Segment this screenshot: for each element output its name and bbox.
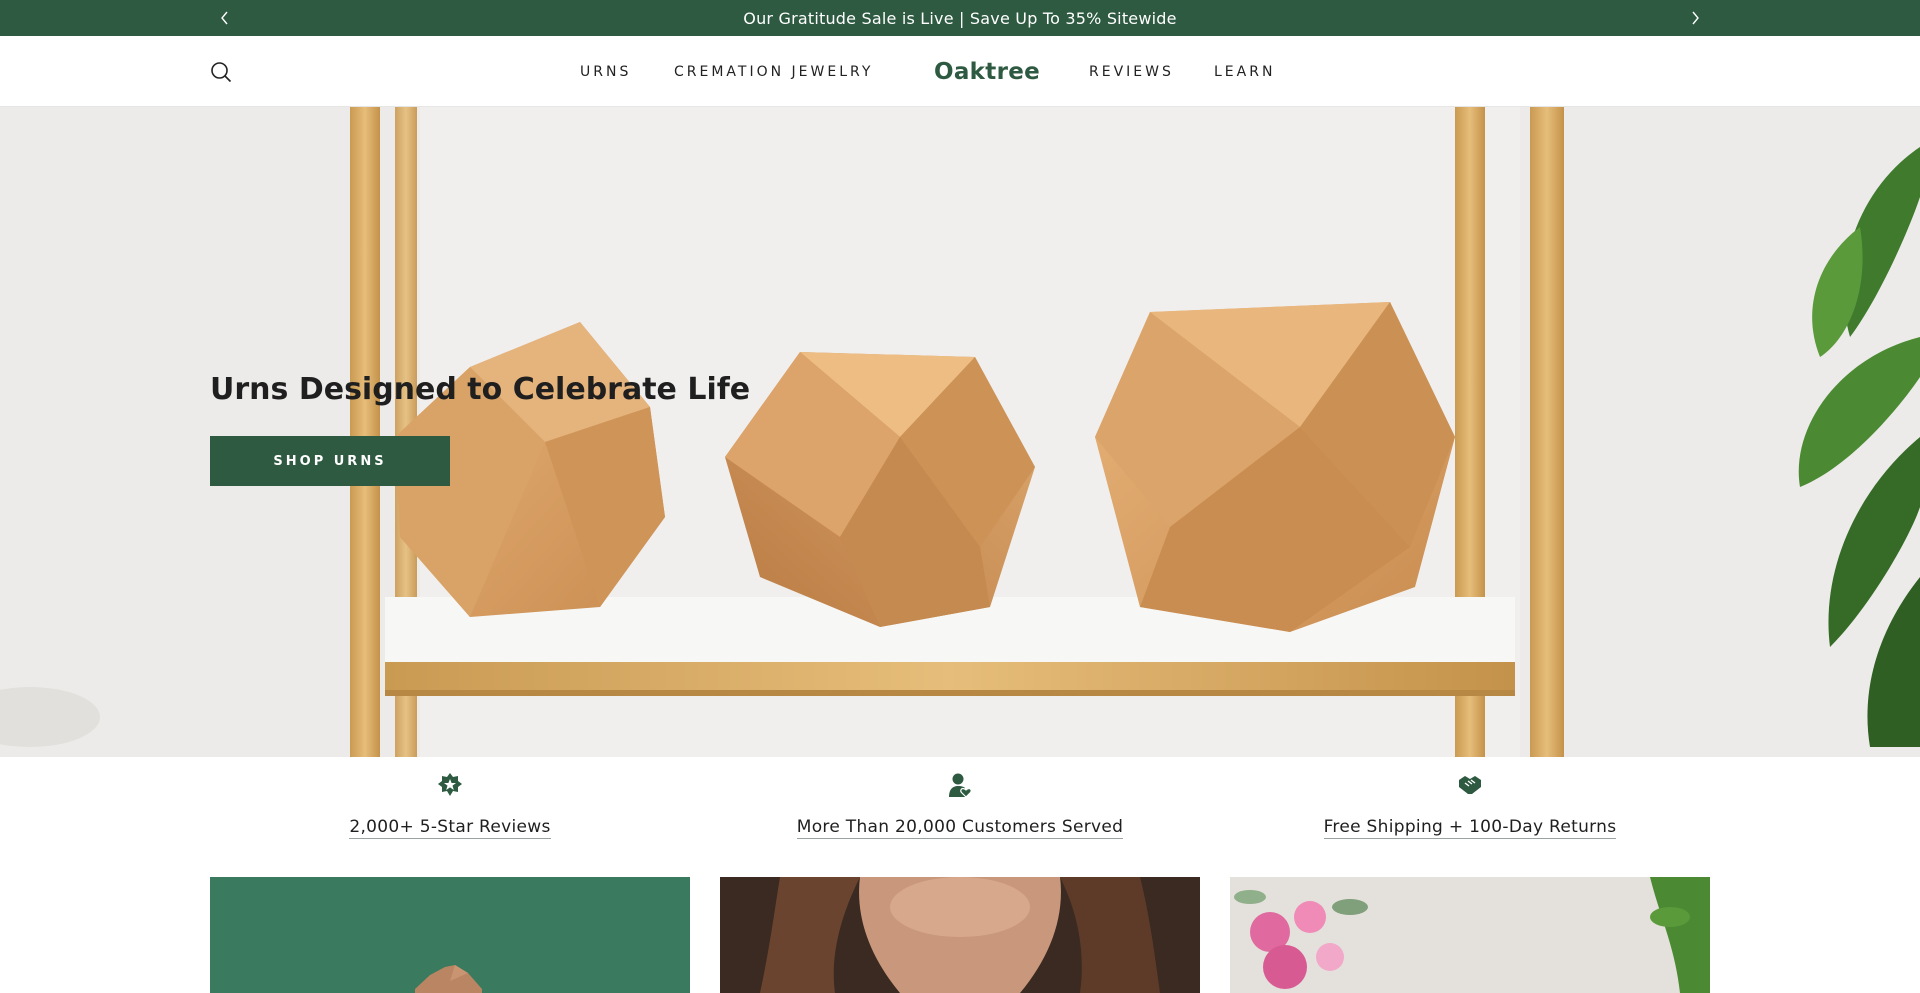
card-image-urn [210, 877, 690, 993]
feature-shipping: Free Shipping + 100-Day Returns [1230, 757, 1710, 877]
hero-image [0, 107, 1920, 757]
announcement-prev-button[interactable] [207, 0, 243, 36]
site-logo[interactable]: Oaktree [934, 36, 1040, 107]
nav-learn[interactable]: LEARN [1214, 36, 1275, 107]
site-header: URNS CREMATION JEWELRY Oaktree REVIEWS L… [0, 36, 1920, 107]
announcement-next-button[interactable] [1677, 0, 1713, 36]
nav-cremation-jewelry[interactable]: CREMATION JEWELRY [674, 36, 873, 107]
feature-customers-label[interactable]: More Than 20,000 Customers Served [796, 817, 1124, 839]
search-icon [211, 62, 232, 83]
features-row: 2,000+ 5-Star Reviews More Than 20,000 C… [0, 757, 1920, 877]
feature-shipping-label[interactable]: Free Shipping + 100-Day Returns [1323, 817, 1617, 839]
feature-customers: More Than 20,000 Customers Served [720, 757, 1200, 877]
search-button[interactable] [207, 58, 235, 86]
nav-urns[interactable]: URNS [580, 36, 631, 107]
hero-banner: Urns Designed to Celebrate Life SHOP URN… [0, 107, 1920, 757]
feature-reviews: 2,000+ 5-Star Reviews [210, 757, 690, 877]
chevron-left-icon [221, 11, 228, 25]
category-card-urns[interactable] [210, 877, 690, 993]
card-image-person [720, 877, 1200, 993]
shop-urns-button[interactable]: SHOP URNS [210, 436, 450, 486]
category-card-reviews[interactable] [1230, 877, 1710, 993]
card-image-flowers [1230, 877, 1710, 993]
nav-reviews[interactable]: REVIEWS [1089, 36, 1174, 107]
announcement-text[interactable]: Our Gratitude Sale is Live | Save Up To … [743, 9, 1176, 28]
category-card-jewelry[interactable] [720, 877, 1200, 993]
feature-reviews-label[interactable]: 2,000+ 5-Star Reviews [349, 817, 551, 839]
announcement-bar: Our Gratitude Sale is Live | Save Up To … [0, 0, 1920, 36]
hero-title: Urns Designed to Celebrate Life [210, 372, 751, 407]
handshake-icon [1459, 776, 1481, 794]
person-heart-icon [949, 773, 972, 798]
star-badge-icon [438, 773, 462, 796]
chevron-right-icon [1692, 11, 1699, 25]
